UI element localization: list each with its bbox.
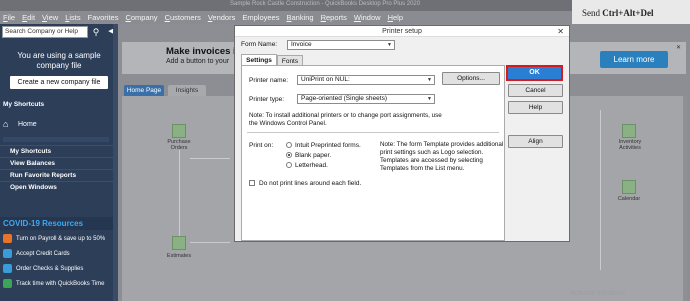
menu-file[interactable]: File: [3, 13, 15, 22]
printer-setup-dialog: Printer setup ✕ Form Name: Invoice ▼ Set…: [234, 25, 570, 242]
inventory-activities-icon[interactable]: [622, 124, 636, 138]
form-name-label: Form Name:: [241, 41, 278, 48]
form-name-select[interactable]: Invoice ▼: [287, 40, 395, 50]
menu-bar: File Edit View Lists Favorites Company C…: [0, 11, 572, 24]
no-lines-label: Do not print lines around each field.: [259, 180, 362, 187]
menu-reports[interactable]: Reports: [321, 13, 347, 22]
nav-view-balances[interactable]: View Balances: [0, 157, 114, 169]
banner-title: Make invoices in: [166, 46, 242, 57]
create-company-button[interactable]: Create a new company file: [10, 76, 108, 89]
radio-intuit-preprinted-label: Intuit Preprinted forms.: [295, 142, 361, 149]
printer-type-select[interactable]: Page-oriented (Single sheets) ▼: [297, 94, 435, 104]
radio-intuit-preprinted[interactable]: [286, 142, 292, 148]
form-name-value: Invoice: [291, 41, 312, 48]
menu-banking[interactable]: Banking: [286, 13, 313, 22]
covid-resources-header[interactable]: COVID-19 Resources: [0, 217, 118, 230]
menu-lists[interactable]: Lists: [65, 13, 80, 22]
ok-button[interactable]: OK: [506, 65, 563, 81]
flow-connector: [190, 158, 230, 159]
window-title: Sample Rock Castle Construction - QuickB…: [230, 1, 421, 7]
covid-item-label: Order Checks & Supplies: [16, 265, 84, 272]
radio-letterhead-label: Letterhead.: [295, 162, 328, 169]
install-printers-note: Note: To install additional printers or …: [249, 112, 442, 127]
template-note: Note: The form Template provides additio…: [380, 141, 504, 172]
menu-window[interactable]: Window: [354, 13, 381, 22]
learn-more-button[interactable]: Learn more: [600, 51, 668, 68]
covid-item-label: Accept Credit Cards: [16, 250, 70, 257]
covid-item-checks[interactable]: Order Checks & Supplies: [0, 261, 114, 276]
calendar-icon[interactable]: [622, 180, 636, 194]
no-lines-checkbox[interactable]: [249, 180, 255, 186]
menu-employees[interactable]: Employees: [242, 13, 279, 22]
payroll-icon: [3, 234, 12, 243]
credit-card-icon: [3, 249, 12, 258]
checks-icon: [3, 264, 12, 273]
options-button[interactable]: Options...: [442, 72, 500, 85]
nav-home-label: Home: [18, 120, 37, 128]
flow-connector: [179, 150, 180, 240]
cancel-button[interactable]: Cancel: [508, 84, 563, 97]
printer-name-value: UniPrint on NUL:: [301, 76, 350, 83]
covid-item-payroll[interactable]: Turn on Payroll & save up to 50%: [0, 231, 114, 246]
menu-vendors[interactable]: Vendors: [208, 13, 236, 22]
flow-connector: [190, 242, 230, 243]
menu-company[interactable]: Company: [125, 13, 157, 22]
estimates-label: Estimates: [166, 253, 192, 259]
tab-home-page[interactable]: Home Page: [124, 85, 164, 96]
covid-item-label: Turn on Payroll & save up to 50%: [16, 235, 106, 242]
section-divider: [247, 132, 499, 133]
send-hint-keys: Ctrl+Alt+Del: [602, 8, 654, 18]
printer-name-label: Printer name:: [249, 77, 289, 84]
radio-blank-paper-label: Blank paper.: [295, 152, 332, 159]
clock-icon: [3, 279, 12, 288]
left-icon-bar: Search Company or Help ⚲ ◀ You are using…: [0, 24, 118, 301]
dialog-title: Printer setup: [235, 26, 569, 37]
banner-subtitle: Add a button to your: [166, 58, 230, 65]
sample-company-notice: You are using a sample company file: [17, 51, 101, 70]
nav-home[interactable]: ⌂ Home: [3, 114, 109, 134]
menu-edit[interactable]: Edit: [22, 13, 35, 22]
shortcut-separator: [3, 137, 109, 142]
nav-run-favorite-reports[interactable]: Run Favorite Reports: [0, 169, 114, 181]
radio-letterhead[interactable]: [286, 162, 292, 168]
shortcut-list: My Shortcuts View Balances Run Favorite …: [0, 145, 114, 193]
calendar-label: Calendar: [617, 196, 641, 202]
covid-item-label: Track time with QuickBooks Time: [16, 280, 105, 287]
print-on-label: Print on:: [249, 142, 274, 149]
my-shortcuts-header: My Shortcuts: [3, 101, 45, 108]
send-hint-prefix: Send: [582, 8, 600, 18]
inventory-activities-label: Inventory Activities: [618, 139, 642, 151]
home-icon: ⌂: [3, 119, 9, 129]
search-icon[interactable]: ⚲: [90, 26, 102, 38]
radio-blank-paper[interactable]: [286, 152, 292, 158]
dialog-close-icon[interactable]: ✕: [557, 26, 564, 37]
covid-resources-list: Turn on Payroll & save up to 50% Accept …: [0, 231, 114, 291]
chevron-down-icon: ▼: [387, 42, 392, 48]
help-button[interactable]: Help: [508, 101, 563, 114]
banner-close-icon[interactable]: ✕: [676, 44, 681, 51]
chevron-down-icon: ▼: [427, 77, 432, 83]
printer-type-label: Printer type:: [249, 96, 285, 103]
covid-item-credit-cards[interactable]: Accept Credit Cards: [0, 246, 114, 261]
menu-help[interactable]: Help: [388, 13, 403, 22]
main-scrollbar[interactable]: [683, 96, 687, 301]
activation-watermark: Activate Windows: [570, 290, 626, 297]
search-input[interactable]: Search Company or Help: [2, 26, 88, 38]
tab-insights[interactable]: Insights: [168, 85, 206, 96]
covid-item-time[interactable]: Track time with QuickBooks Time: [0, 276, 114, 291]
nav-open-windows[interactable]: Open Windows: [0, 181, 114, 193]
menu-customers[interactable]: Customers: [165, 13, 201, 22]
printer-name-select[interactable]: UniPrint on NUL: ▼: [297, 75, 435, 85]
tab-settings[interactable]: Settings: [241, 54, 277, 65]
menu-favorites[interactable]: Favorites: [88, 13, 119, 22]
nav-my-shortcuts[interactable]: My Shortcuts: [0, 145, 114, 157]
estimates-icon[interactable]: [172, 236, 186, 250]
purchase-orders-icon[interactable]: [172, 124, 186, 138]
chevron-down-icon: ▼: [427, 96, 432, 102]
flow-divider: [600, 110, 601, 270]
printer-type-value: Page-oriented (Single sheets): [301, 95, 387, 102]
align-button[interactable]: Align: [508, 135, 563, 148]
menu-view[interactable]: View: [42, 13, 58, 22]
